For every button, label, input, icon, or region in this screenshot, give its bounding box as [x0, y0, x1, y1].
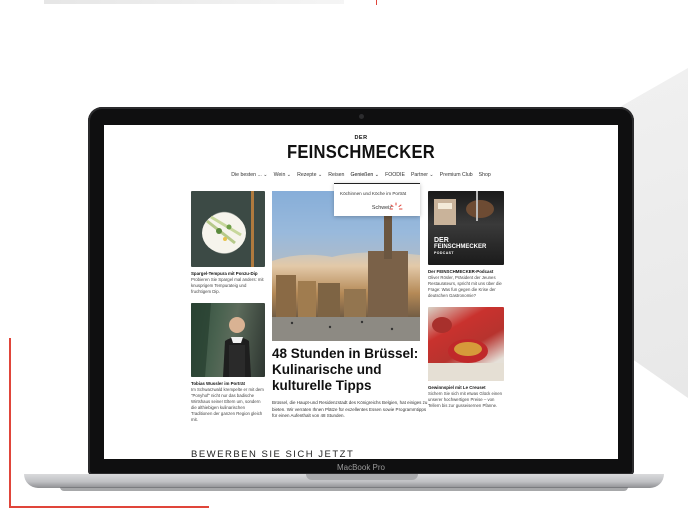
main-navigation: Die besten ... ⌄ Wein ⌄ Rezepte ⌄ Reisen… [104, 171, 618, 179]
nav-item-shop[interactable]: Shop [479, 171, 491, 179]
section-heading: BEWERBEN SIE SICH JETZT [191, 449, 355, 459]
nav-item-partner[interactable]: Partner ⌄ [411, 171, 434, 179]
podcast-overlay-name: FEINSCHMECKER [434, 244, 487, 250]
article-teaser: Im Schwarzwald krempelte er mit dem "Pon… [191, 387, 264, 422]
plated-dish-illustration [202, 191, 254, 267]
nav-item-die-besten[interactable]: Die besten ... ⌄ [231, 171, 267, 179]
chevron-down-icon: ⌄ [286, 172, 292, 178]
nav-item-geniessen[interactable]: Genießen ⌄ [350, 171, 379, 179]
site-logo[interactable]: DER FEINSCHMECKER [104, 135, 618, 162]
podcast-overlay-sub: PODCAST [434, 251, 454, 255]
cookware-illustration [428, 317, 504, 381]
laptop-opening-notch [306, 474, 418, 480]
accent-tick [376, 0, 377, 5]
accent-line-horizontal [9, 506, 209, 508]
background-blur [44, 0, 344, 4]
article-teaser: Probieren Sie Spargel mal anders: mit kn… [191, 277, 264, 294]
nav-item-rezepte[interactable]: Rezepte ⌄ [297, 171, 322, 179]
nav-item-wein[interactable]: Wein ⌄ [274, 171, 292, 179]
gewinnspiel-image[interactable] [428, 307, 504, 381]
chevron-down-icon: ⌄ [374, 172, 380, 178]
chevron-down-icon: ⌄ [263, 172, 268, 178]
click-burst-icon [389, 202, 403, 210]
podcast-overlay: DER FEINSCHMECKER PODCAST [434, 237, 486, 256]
accent-line-vertical [9, 338, 11, 508]
nav-item-premium-club[interactable]: Premium Club [440, 171, 473, 179]
logo-small-text: DER [354, 135, 368, 141]
hero-teaser: Brüssel, die Haupt-und Residenzstadt des… [272, 400, 428, 418]
tobias-image[interactable] [191, 303, 265, 377]
laptop-model-label: MacBook Pro [336, 463, 386, 472]
chef-portrait-illustration [191, 303, 251, 377]
chevron-down-icon: ⌄ [317, 172, 323, 178]
chevron-down-icon: ⌄ [429, 172, 434, 178]
laptop-shadow [60, 487, 628, 491]
camera-icon [359, 114, 364, 119]
podcast-overlay-der: DER [434, 237, 449, 244]
nav-item-reisen[interactable]: Reisen [328, 171, 344, 179]
right-article-column: DER FEINSCHMECKER PODCAST Der FEINSCHMEC… [428, 191, 504, 409]
laptop-screen: DER FEINSCHMECKER Die besten ... ⌄ Wein … [104, 125, 618, 459]
podcast-image[interactable]: DER FEINSCHMECKER PODCAST [428, 191, 504, 265]
geniessen-dropdown-menu: Köchinnen und Köche im Porträt Schweiz [334, 183, 420, 216]
hero-headline[interactable]: 48 Stunden in Brüssel: Kulinarische und … [272, 346, 428, 394]
dropdown-item-koeche-portraet[interactable]: Köchinnen und Köche im Porträt [340, 191, 406, 196]
spargel-image[interactable] [191, 191, 265, 267]
article-teaser: Sichern Sie sich mit etwas Glück einen u… [428, 391, 503, 408]
logo-wordmark: FEINSCHMECKER [286, 142, 436, 162]
left-article-column: Spargel-Tempura mit Ponzu-Dip Probieren … [191, 191, 265, 423]
article-teaser: Oliver Rösler, Präsident der Jeunes Rest… [428, 275, 502, 298]
nav-item-foodie[interactable]: FOODIE [385, 171, 405, 179]
